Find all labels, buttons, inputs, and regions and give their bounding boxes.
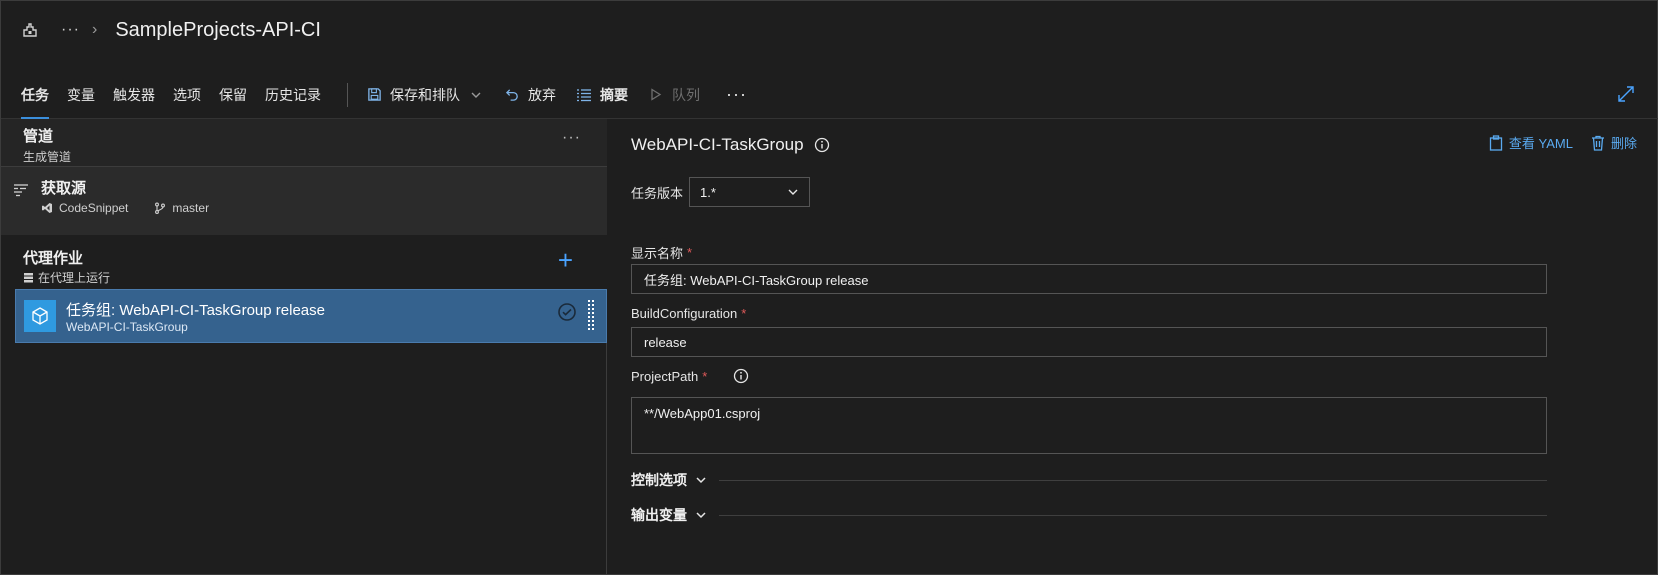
branch-icon (155, 202, 166, 214)
repo-name: CodeSnippet (59, 201, 129, 215)
server-icon (24, 273, 33, 283)
breadcrumb-chevron: › (91, 21, 98, 38)
toolbar: 任务 变量 触发器 选项 保留 历史记录 保存和排队 放弃 摘要 队列 ··· (1, 71, 1658, 119)
task-version-select[interactable]: 1.* (689, 177, 811, 207)
source-title: 获取源 (41, 180, 87, 197)
build-config-label: BuildConfiguration * (631, 306, 746, 321)
vs-icon (42, 203, 52, 213)
trash-icon (1591, 135, 1604, 151)
source-meta: CodeSnippet master (41, 201, 235, 215)
clipboard-icon (1489, 134, 1503, 151)
save-icon (366, 87, 382, 103)
agent-job-subtitle-row: 在代理上运行 (23, 269, 110, 286)
tab-triggers[interactable]: 触发器 (113, 71, 155, 119)
control-options-label: 控制选项 (631, 472, 687, 488)
build-config-label-text: BuildConfiguration (631, 306, 738, 321)
discard-button[interactable]: 放弃 (504, 85, 556, 105)
tab-tasks[interactable]: 任务 (21, 71, 49, 119)
summary-label: 摘要 (600, 86, 628, 103)
required-mark: * (741, 306, 747, 321)
breadcrumb-more[interactable]: ··· (61, 21, 80, 39)
undo-icon (504, 87, 520, 103)
pipeline-more-button[interactable]: ··· (562, 129, 581, 147)
toolbar-more-button[interactable]: ··· (726, 84, 747, 105)
agent-job-subtitle: 在代理上运行 (38, 271, 111, 285)
display-name-label: 显示名称 * (631, 243, 692, 262)
chevron-down-icon (696, 477, 706, 484)
tab-history[interactable]: 历史记录 (265, 71, 321, 119)
project-path-textarea[interactable]: **/WebApp01.csproj (631, 397, 1547, 454)
info-icon[interactable] (733, 368, 749, 384)
task-details-actions: 查看 YAML 删除 (1489, 133, 1637, 152)
info-icon[interactable] (814, 137, 830, 153)
view-yaml-label: 查看 YAML (1508, 136, 1573, 151)
pipeline-icon (21, 21, 39, 39)
output-variables-section[interactable]: 输出变量 (631, 505, 1547, 525)
left-panel: 管道 生成管道 ··· 获取源 CodeSnippet master 代理作业 (1, 119, 607, 575)
summary-button[interactable]: 摘要 (576, 85, 628, 105)
build-config-input[interactable]: release (631, 327, 1547, 357)
list-icon (576, 87, 592, 103)
expand-icon[interactable] (1617, 85, 1637, 105)
project-path-label: ProjectPath * (631, 368, 749, 384)
repo-info: CodeSnippet (41, 201, 128, 215)
section-divider (719, 479, 1547, 481)
task-version-value: 1.* (700, 184, 716, 200)
drag-handle-icon[interactable] (588, 300, 594, 330)
display-name-label-text: 显示名称 (631, 246, 684, 261)
agent-job-item[interactable]: 代理作业 在代理上运行 + (1, 235, 607, 289)
discard-label: 放弃 (528, 86, 556, 103)
agent-job-title: 代理作业 (23, 250, 84, 267)
task-version-row: 任务版本 1.* (631, 177, 811, 207)
task-group-item[interactable]: 任务组: WebAPI-CI-TaskGroup release WebAPI-… (15, 289, 607, 343)
tab-retention[interactable]: 保留 (219, 71, 247, 119)
save-queue-button[interactable]: 保存和排队 (366, 85, 484, 105)
queue-label: 队列 (672, 86, 700, 103)
add-task-button[interactable]: + (558, 247, 573, 273)
play-icon (648, 87, 664, 103)
get-sources-item[interactable]: 获取源 CodeSnippet master (1, 167, 607, 235)
output-variables-label: 输出变量 (631, 507, 687, 523)
section-divider (719, 514, 1547, 516)
chevron-down-icon (696, 512, 706, 519)
queue-button[interactable]: 队列 (648, 85, 700, 105)
page-title: SampleProjects-API-CI (115, 18, 321, 41)
save-queue-label: 保存和排队 (390, 86, 460, 103)
source-list-icon (13, 183, 29, 197)
required-mark: * (702, 368, 708, 384)
project-path-label-text: ProjectPath (631, 368, 699, 384)
required-mark: * (687, 245, 693, 260)
pipeline-title: 管道 (23, 128, 54, 145)
view-yaml-button[interactable]: 查看 YAML (1489, 133, 1573, 152)
window-frame: ··· › SampleProjects-API-CI 任务 变量 触发器 选项… (0, 0, 1658, 575)
tab-variables[interactable]: 变量 (67, 71, 95, 119)
toolbar-separator (347, 82, 348, 107)
task-details-title: WebAPI-CI-TaskGroup (631, 135, 804, 154)
chevron-down-icon[interactable] (468, 87, 484, 103)
task-version-label: 任务版本 (631, 185, 684, 201)
task-details-panel: WebAPI-CI-TaskGroup 查看 YAML 删除 任务版本 1.* (608, 119, 1658, 575)
branch-name: master (172, 201, 210, 215)
control-options-section[interactable]: 控制选项 (631, 470, 1547, 490)
pipeline-header[interactable]: 管道 生成管道 ··· (1, 119, 607, 167)
delete-button[interactable]: 删除 (1591, 133, 1637, 152)
task-subtitle: WebAPI-CI-TaskGroup (66, 320, 188, 334)
pipeline-subtitle: 生成管道 (23, 150, 72, 164)
tab-options[interactable]: 选项 (173, 71, 201, 119)
task-title: 任务组: WebAPI-CI-TaskGroup release (66, 302, 325, 319)
display-name-input[interactable]: 任务组: WebAPI-CI-TaskGroup release (631, 264, 1547, 294)
task-group-icon (24, 300, 56, 332)
top-bar: ··· › SampleProjects-API-CI (1, 1, 1658, 59)
branch-info: master (154, 201, 209, 215)
task-details-header: WebAPI-CI-TaskGroup (631, 135, 830, 155)
check-circle-icon[interactable] (558, 303, 576, 321)
delete-label: 删除 (1610, 136, 1637, 151)
chevron-down-icon (788, 189, 798, 195)
